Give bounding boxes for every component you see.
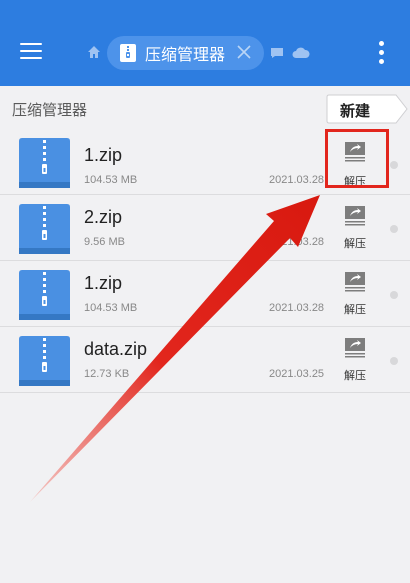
annotation-highlight-box	[325, 129, 389, 188]
zip-file-icon	[19, 270, 70, 320]
new-button-label: 新建	[340, 103, 371, 120]
edge-indicator	[390, 225, 398, 233]
cloud-icon[interactable]	[292, 46, 310, 59]
file-name: 1.zip	[84, 145, 123, 165]
file-size: 104.53 MB	[84, 302, 138, 314]
file-name: data.zip	[84, 339, 148, 359]
edge-indicator	[390, 161, 398, 169]
file-date: 2021.03.28	[269, 236, 325, 248]
file-size: 9.56 MB	[84, 236, 125, 248]
extract-button[interactable]: 解压	[344, 301, 366, 317]
edge-indicator	[390, 291, 398, 299]
zip-file-icon	[19, 138, 70, 188]
top-app-bar: 压缩管理器	[0, 0, 410, 86]
home-icon[interactable]	[87, 45, 101, 59]
file-size: 104.53 MB	[84, 174, 138, 186]
file-size: 12.73 KB	[84, 368, 130, 380]
hamburger-menu-icon[interactable]	[20, 43, 42, 61]
chat-icon[interactable]	[270, 47, 284, 59]
extract-button[interactable]: 解压	[344, 367, 366, 383]
zip-file-icon	[19, 204, 70, 254]
more-options-icon[interactable]	[379, 41, 385, 65]
file-row[interactable]: data.zip 12.73 KB 2021.03.25 解压	[0, 327, 410, 393]
file-name: 2.zip	[84, 207, 123, 227]
edge-indicator	[390, 357, 398, 365]
file-row[interactable]: 2.zip 9.56 MB 2021.03.28 解压	[0, 195, 410, 261]
zip-tab-icon	[120, 44, 136, 62]
extract-button[interactable]: 解压	[344, 235, 366, 251]
file-date: 2021.03.28	[269, 174, 325, 186]
new-button[interactable]: 新建	[326, 94, 408, 124]
extract-icon[interactable]	[344, 205, 366, 227]
tab-label: 压缩管理器	[145, 47, 226, 64]
breadcrumb: 压缩管理器	[12, 102, 88, 119]
file-row[interactable]: 1.zip 104.53 MB 2021.03.28 解压	[0, 261, 410, 327]
file-date: 2021.03.25	[269, 368, 325, 380]
file-date: 2021.03.28	[269, 302, 325, 314]
tab-compression-manager[interactable]: 压缩管理器	[107, 36, 264, 70]
extract-icon[interactable]	[344, 337, 366, 359]
file-name: 1.zip	[84, 273, 123, 293]
zip-file-icon	[19, 336, 70, 386]
extract-icon[interactable]	[344, 271, 366, 293]
close-tab-icon[interactable]	[236, 44, 252, 60]
